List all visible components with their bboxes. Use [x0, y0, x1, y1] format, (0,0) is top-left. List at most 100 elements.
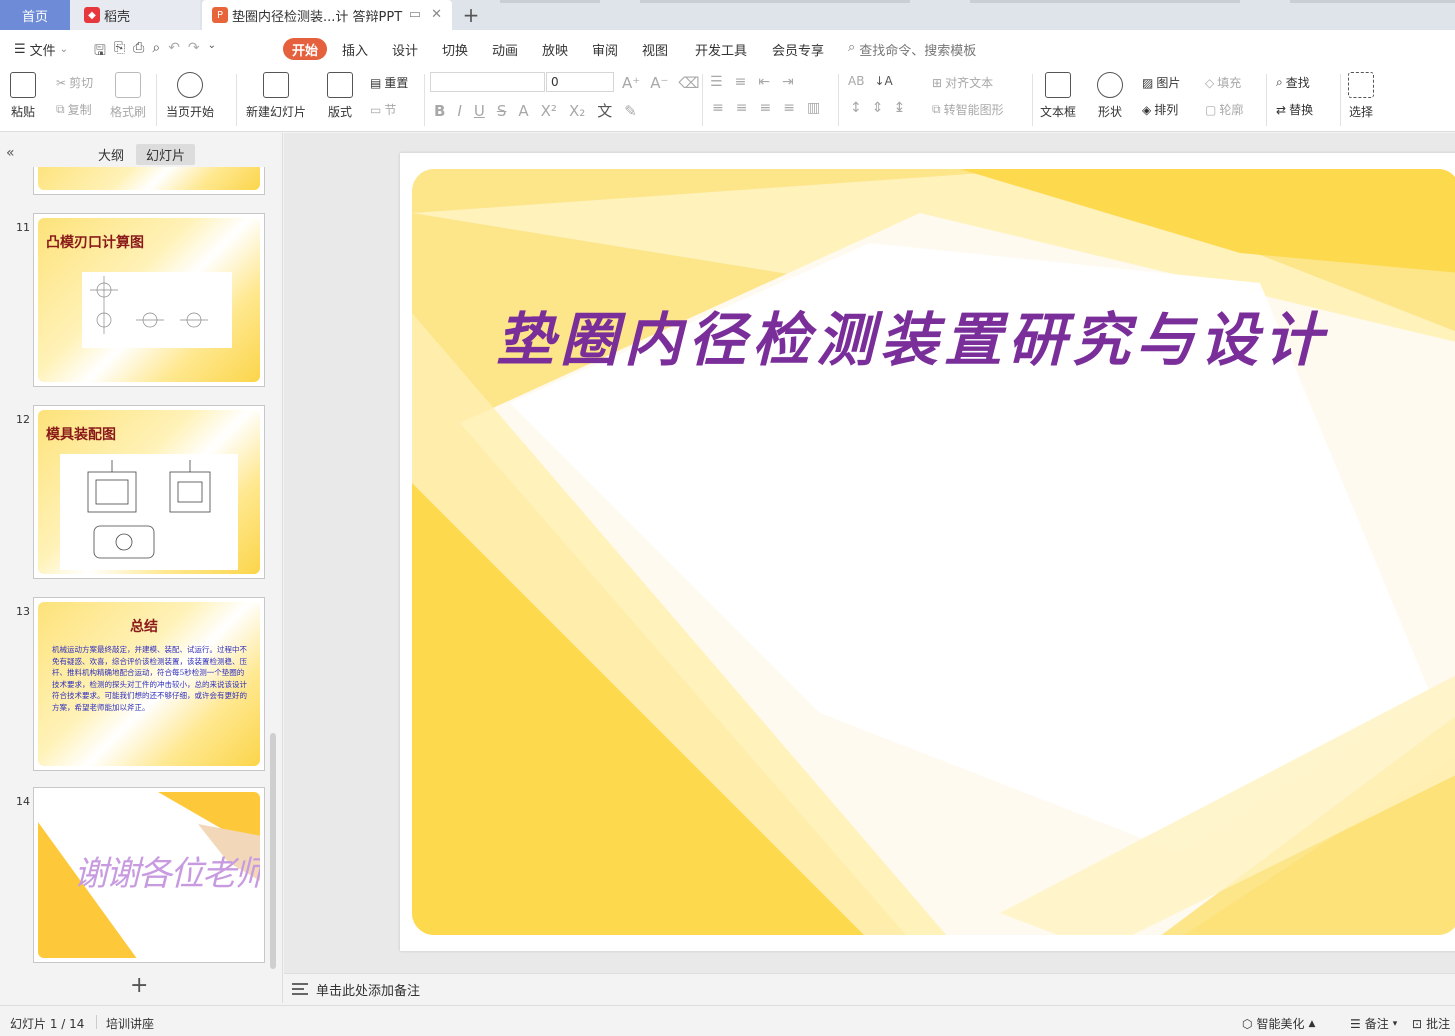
fill-button[interactable]: ◇ 填充: [1205, 74, 1241, 91]
increase-indent-icon[interactable]: ⇥: [782, 74, 794, 90]
chevron-down-icon: ▾: [1392, 1018, 1398, 1029]
panel-scrollbar[interactable]: [270, 733, 276, 969]
slide-thumbnail[interactable]: 模具装配图: [33, 405, 265, 579]
font-size-select[interactable]: 0: [546, 72, 614, 92]
save-icon[interactable]: 🖫: [94, 40, 106, 64]
ribbon-toolbar: 粘贴 ✂ 剪切 ⧉ 复制 格式刷 当页开始 新建幻灯片 版式 ▤ 重置 ▭ 节 0 A⁺…: [0, 68, 1455, 132]
layout-button[interactable]: 版式: [327, 72, 353, 120]
current-slide[interactable]: 垫圈内径检测装置研究与设计: [400, 153, 1455, 951]
redo-icon[interactable]: ↷: [188, 40, 200, 64]
close-tab-icon[interactable]: ✕: [431, 7, 442, 22]
comments-button[interactable]: ⊡ 批注: [1412, 1015, 1450, 1032]
tab-home[interactable]: 首页: [0, 0, 70, 30]
paragraph-spacing-icon[interactable]: ⇕: [872, 100, 884, 116]
cut-button[interactable]: ✂ 剪切: [56, 74, 93, 91]
bullet-list-icon[interactable]: ☰: [710, 74, 723, 90]
text-box-button[interactable]: 文本框: [1040, 72, 1076, 120]
outline-button[interactable]: ▢ 轮廓: [1205, 101, 1243, 118]
shrink-font-icon[interactable]: A⁻: [650, 74, 668, 92]
window-mode-icon[interactable]: ▭: [409, 7, 421, 22]
new-slide-button[interactable]: 新建幻灯片: [246, 72, 306, 120]
smart-shape-button[interactable]: ⧉ 转智能图形: [932, 101, 1004, 118]
spacing-options-icon[interactable]: ↨: [893, 100, 905, 116]
customize-chevron-icon[interactable]: ⌄: [208, 40, 216, 64]
font-size-adjust-group: A⁺ A⁻ ⌫: [622, 74, 700, 92]
text-direction-icon[interactable]: AB: [848, 74, 864, 88]
section-button[interactable]: ▭ 节: [370, 101, 396, 118]
line-spacing-icon[interactable]: ↕: [850, 100, 862, 116]
smart-beautify-button[interactable]: ⬡ 智能美化 ▲: [1242, 1015, 1315, 1032]
menu-tab-insert[interactable]: 插入: [342, 40, 368, 59]
menu-tab-transitions[interactable]: 切换: [442, 40, 468, 59]
menu-tab-member[interactable]: 会员专享: [772, 40, 824, 59]
numbered-list-icon[interactable]: ≡: [735, 74, 747, 90]
highlight-icon[interactable]: ✎: [624, 102, 637, 120]
bold-icon[interactable]: B: [434, 102, 445, 120]
menu-tab-animation[interactable]: 动画: [492, 40, 518, 59]
slide-thumbnail[interactable]: 总结 机械运动方案最终敲定，并建模、装配、试运行。过程中不免有疑惑、欢喜，综合评…: [33, 597, 265, 771]
align-left-icon[interactable]: ≡: [712, 100, 724, 116]
slide-thumb-bg: 模具装配图: [38, 410, 260, 574]
paste-button[interactable]: 粘贴: [10, 72, 36, 120]
find-label: 查找: [1285, 76, 1310, 90]
align-center-icon[interactable]: ≡: [736, 100, 748, 116]
tab-daoke[interactable]: ◆ 稻壳: [70, 0, 200, 30]
export-pdf-icon[interactable]: ⎘: [114, 40, 125, 64]
phonetic-icon[interactable]: 文: [597, 100, 612, 121]
slide-title[interactable]: 垫圈内径检测装置研究与设计: [496, 293, 1328, 377]
menu-tab-home[interactable]: 开始: [283, 38, 327, 60]
grow-font-icon[interactable]: A⁺: [622, 74, 640, 92]
menu-tab-developer[interactable]: 开发工具: [695, 40, 747, 59]
menu-tab-design[interactable]: 设计: [392, 40, 418, 59]
slide-thumbnail[interactable]: [33, 167, 265, 195]
strikethrough-icon[interactable]: S: [497, 102, 507, 120]
select-button[interactable]: 选择: [1348, 72, 1374, 120]
undo-icon[interactable]: ↶: [168, 40, 180, 64]
replace-button[interactable]: ⇄ 替换: [1276, 101, 1313, 118]
menu-tab-slideshow[interactable]: 放映: [542, 40, 568, 59]
command-search[interactable]: ⌕ 查找命令、搜索模板: [848, 40, 976, 59]
superscript-icon[interactable]: X²: [541, 102, 557, 120]
add-slide-icon[interactable]: +: [130, 973, 148, 998]
slides-view-tab[interactable]: 幻灯片: [136, 144, 196, 165]
find-button[interactable]: ⌕ 查找: [1276, 74, 1310, 91]
align-right-icon[interactable]: ≡: [759, 100, 771, 116]
clear-format-icon[interactable]: ⌫: [678, 74, 699, 92]
outline-view-tab[interactable]: 大纲: [88, 144, 134, 165]
underline-icon[interactable]: U: [474, 102, 485, 120]
picture-button[interactable]: ▨ 图片: [1142, 74, 1180, 91]
new-tab-button[interactable]: +: [458, 0, 484, 30]
fill-icon: ◇: [1205, 75, 1215, 90]
notes-toggle-button[interactable]: ☰ 备注 ▾: [1350, 1015, 1397, 1032]
file-menu[interactable]: ☰ 文件 ⌄: [14, 40, 68, 59]
italic-icon[interactable]: I: [457, 102, 461, 120]
tab-document[interactable]: P 垫圈内径检测装...计 答辩PPT ▭ ✕: [202, 0, 452, 30]
play-from-current-button[interactable]: 当页开始: [166, 72, 214, 120]
arrange-button[interactable]: ◈ 排列: [1142, 101, 1178, 118]
menu-tab-review[interactable]: 审阅: [592, 40, 618, 59]
decrease-indent-icon[interactable]: ⇤: [758, 74, 770, 90]
justify-icon[interactable]: ≡: [783, 100, 795, 116]
print-icon[interactable]: ⎙: [133, 40, 144, 64]
font-color-icon[interactable]: A: [518, 102, 528, 120]
notes-bar[interactable]: 单击此处添加备注: [284, 973, 1455, 1005]
menu-tab-view[interactable]: 视图: [642, 40, 668, 59]
subscript-icon[interactable]: X₂: [569, 102, 585, 120]
align-text-button[interactable]: ⊞ 对齐文本: [932, 74, 993, 91]
slide-thumbnail[interactable]: 谢谢各位老师！: [33, 787, 265, 963]
format-painter-button[interactable]: 格式刷: [110, 72, 146, 120]
theme-name[interactable]: 培训讲座: [106, 1015, 154, 1032]
slide-thumbnail[interactable]: 凸模刃口计算图: [33, 213, 265, 387]
copy-button[interactable]: ⧉ 复制: [56, 101, 92, 118]
command-search-placeholder: 查找命令、搜索模板: [859, 44, 977, 59]
distribute-icon[interactable]: ▥: [807, 100, 820, 116]
collapse-panel-icon[interactable]: «: [6, 145, 15, 161]
reset-button[interactable]: ▤ 重置: [370, 74, 408, 91]
arrange-icon: ◈: [1142, 102, 1152, 117]
print-preview-icon[interactable]: ⌕: [152, 40, 160, 64]
sort-icon[interactable]: ↓A: [874, 74, 892, 88]
shape-button[interactable]: 形状: [1097, 72, 1123, 120]
beautify-label: 智能美化: [1256, 1017, 1305, 1031]
font-name-select[interactable]: [430, 72, 545, 92]
ppt-file-icon: P: [212, 7, 228, 23]
